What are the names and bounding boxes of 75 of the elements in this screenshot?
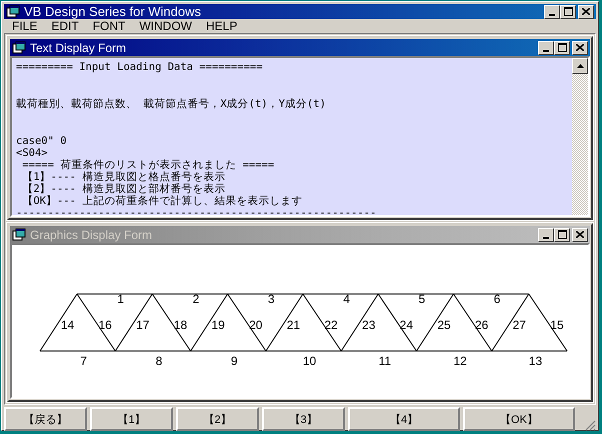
close-button[interactable] xyxy=(572,228,588,242)
member-label: 15 xyxy=(550,318,564,332)
member-label: 13 xyxy=(528,354,542,368)
maximize-icon xyxy=(558,43,566,52)
minimize-icon xyxy=(543,50,549,52)
maximize-button[interactable] xyxy=(554,228,570,242)
member-label: 2 xyxy=(192,292,200,306)
output-line: 【OK】--- 上記の荷重条件で計算し、結果を表示します xyxy=(21,195,304,207)
minimize-button[interactable] xyxy=(538,228,554,242)
close-icon xyxy=(582,8,590,15)
member-label: 25 xyxy=(437,318,451,332)
minimize-icon xyxy=(543,236,549,238)
menu-item[interactable]: FONT xyxy=(86,19,134,33)
member-label: 23 xyxy=(362,318,376,332)
menu-item[interactable]: EDIT xyxy=(45,19,87,33)
member-label: 9 xyxy=(230,354,238,368)
output-line: <S04> xyxy=(16,147,49,159)
maximize-button[interactable] xyxy=(560,4,576,18)
close-button[interactable] xyxy=(578,4,594,18)
command-button[interactable]: 【1】 xyxy=(90,407,173,431)
member-label: 27 xyxy=(512,318,526,332)
member-label: 14 xyxy=(60,318,74,332)
close-button[interactable] xyxy=(572,40,588,54)
output-line: case0" 0 xyxy=(16,135,68,147)
close-icon xyxy=(576,231,584,238)
command-button[interactable]: 【2】 xyxy=(176,407,259,431)
minimize-button[interactable] xyxy=(544,4,560,18)
member-label: 6 xyxy=(494,292,500,306)
minimize-icon xyxy=(549,14,555,16)
member-label: 22 xyxy=(324,318,338,332)
member-label: 26 xyxy=(474,318,488,332)
output-line: ===== 荷重条件のリストが表示されました ===== xyxy=(21,159,276,171)
window-title: VB Design Series for Windows xyxy=(24,4,202,19)
command-button[interactable]: 【戻る】 xyxy=(4,407,87,431)
maximize-icon xyxy=(564,7,572,16)
output-line: 載荷種別、載荷節点数、 載荷節点番号，X成分(t)，Y成分(t) xyxy=(16,98,327,110)
scrollbar[interactable] xyxy=(572,58,588,215)
member-label: 10 xyxy=(302,354,316,368)
resize-grip-icon[interactable] xyxy=(584,419,596,431)
child-window-title: Text Display Form xyxy=(30,40,128,54)
maximize-icon xyxy=(558,230,566,239)
output-line: ========= Input Loading Data ========== xyxy=(16,61,264,73)
command-button[interactable]: 【OK】 xyxy=(463,407,575,431)
member-label: 3 xyxy=(268,292,275,306)
member-label: 8 xyxy=(156,354,162,368)
member-label: 19 xyxy=(211,318,225,332)
menu-item[interactable]: HELP xyxy=(200,19,246,33)
member-label: 4 xyxy=(343,292,350,306)
member-label: 16 xyxy=(98,318,112,332)
menu-item[interactable]: FILE xyxy=(6,19,46,33)
up-arrow-icon xyxy=(576,64,584,68)
member-label: 24 xyxy=(400,318,414,332)
window-icon xyxy=(12,40,26,54)
scroll-up-button[interactable] xyxy=(572,58,588,74)
member-label: 17 xyxy=(136,318,150,332)
member-label: 5 xyxy=(418,292,426,306)
menu-item[interactable]: WINDOW xyxy=(133,19,200,33)
window-icon xyxy=(12,228,26,242)
output-line: --------------------------------------------------------- xyxy=(16,207,378,215)
output-line: 【1】---- 構造見取図と格点番号を表示 xyxy=(21,171,226,183)
member-label: 21 xyxy=(286,318,300,332)
output-line: 【2】---- 構造見取図と部材番号を表示 xyxy=(21,183,226,195)
command-button[interactable]: 【3】 xyxy=(262,407,345,431)
member-label: 11 xyxy=(378,354,392,368)
member-label: 12 xyxy=(453,354,467,368)
member-label: 7 xyxy=(80,354,87,368)
command-button[interactable]: 【4】 xyxy=(348,407,460,431)
child-window-title: Graphics Display Form xyxy=(30,228,154,242)
member-label: 1 xyxy=(117,292,124,306)
window-icon xyxy=(6,4,20,18)
member-label: 20 xyxy=(249,318,262,332)
maximize-button[interactable] xyxy=(554,40,570,54)
close-icon xyxy=(576,44,584,51)
minimize-button[interactable] xyxy=(538,40,554,54)
member-label: 18 xyxy=(174,318,188,332)
